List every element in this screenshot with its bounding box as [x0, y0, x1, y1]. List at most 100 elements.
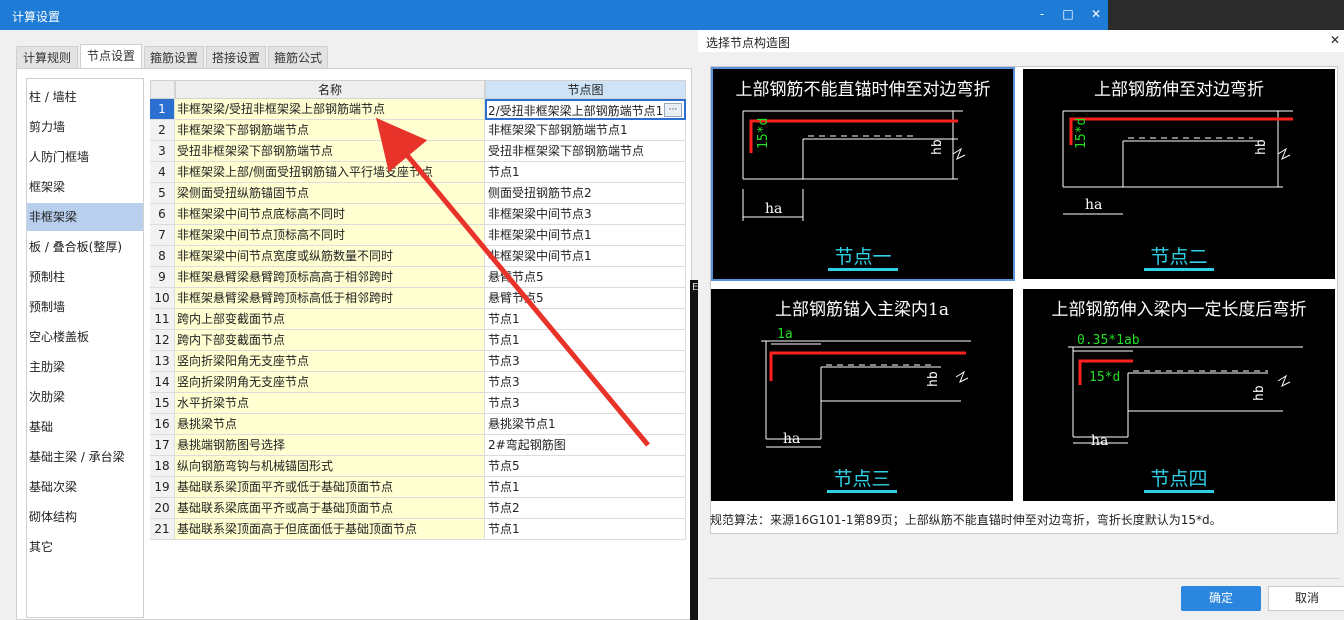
category-item[interactable]: 基础主梁 / 承台梁: [27, 443, 143, 471]
table-row[interactable]: 3 受扭非框架梁下部钢筋端节点 受扭非框架梁下部钢筋端节点: [150, 141, 686, 162]
row-name-cell[interactable]: 非框架梁下部钢筋端节点: [175, 120, 485, 141]
row-node-cell[interactable]: 节点1: [485, 519, 686, 540]
table-row[interactable]: 1 非框架梁/受扭非框架梁上部钢筋端节点 2/受扭非框架梁上部钢筋端节点1 ···: [150, 99, 686, 120]
category-item[interactable]: 基础: [27, 413, 143, 441]
category-item[interactable]: 空心楼盖板: [27, 323, 143, 351]
cancel-button[interactable]: 取消: [1268, 586, 1344, 611]
row-node-cell[interactable]: 节点3: [485, 372, 686, 393]
row-name-cell[interactable]: 基础联系梁顶面平齐或低于基础顶面节点: [175, 477, 485, 498]
row-name-cell[interactable]: 非框架悬臂梁悬臂跨顶标高低于相邻跨时: [175, 288, 485, 309]
table-row[interactable]: 17 悬挑端钢筋图号选择 2#弯起钢筋图: [150, 435, 686, 456]
row-name-cell[interactable]: 非框架悬臂梁悬臂跨顶标高高于相邻跨时: [175, 267, 485, 288]
row-name-cell[interactable]: 竖向折梁阴角无支座节点: [175, 372, 485, 393]
row-node-cell[interactable]: 非框架梁中间节点1: [485, 246, 686, 267]
category-item[interactable]: 预制墙: [27, 293, 143, 321]
table-row[interactable]: 7 非框架梁中间节点顶标高不同时 非框架梁中间节点1: [150, 225, 686, 246]
category-item[interactable]: 预制柱: [27, 263, 143, 291]
row-node-cell[interactable]: 侧面受扭钢筋节点2: [485, 183, 686, 204]
table-row[interactable]: 4 非框架梁上部/侧面受扭钢筋锚入平行墙支座节点 节点1: [150, 162, 686, 183]
dialog-title: 选择节点构造图: [706, 36, 791, 50]
maximize-button[interactable]: □: [1060, 6, 1076, 22]
row-node-cell[interactable]: 节点2: [485, 498, 686, 519]
table-row[interactable]: 19 基础联系梁顶面平齐或低于基础顶面节点 节点1: [150, 477, 686, 498]
header-name[interactable]: 名称: [175, 80, 485, 99]
tab-lap-settings[interactable]: 搭接设置: [206, 46, 266, 68]
table-row[interactable]: 21 基础联系梁顶面高于但底面低于基础顶面节点 节点1: [150, 519, 686, 540]
row-node-cell[interactable]: 2/受扭非框架梁上部钢筋端节点1 ···: [485, 99, 686, 120]
row-node-cell[interactable]: 节点1: [485, 309, 686, 330]
row-name-cell[interactable]: 受扭非框架梁下部钢筋端节点: [175, 141, 485, 162]
row-name-cell[interactable]: 基础联系梁底面平齐或高于基础顶面节点: [175, 498, 485, 519]
row-node-cell[interactable]: 节点1: [485, 162, 686, 183]
row-name-cell[interactable]: 梁侧面受扭纵筋锚固节点: [175, 183, 485, 204]
table-row[interactable]: 10 非框架悬臂梁悬臂跨顶标高低于相邻跨时 悬臂节点5: [150, 288, 686, 309]
row-name-cell[interactable]: 跨内上部变截面节点: [175, 309, 485, 330]
table-row[interactable]: 11 跨内上部变截面节点 节点1: [150, 309, 686, 330]
table-row[interactable]: 18 纵向钢筋弯钩与机械锚固形式 节点5: [150, 456, 686, 477]
dialog-close-icon[interactable]: ✕: [1330, 33, 1344, 49]
row-name-cell[interactable]: 悬挑梁节点: [175, 414, 485, 435]
node-panel-3[interactable]: 上部钢筋锚入主梁内1a 1a hb ha 节点三: [711, 289, 1013, 501]
row-name-cell[interactable]: 竖向折梁阳角无支座节点: [175, 351, 485, 372]
category-item[interactable]: 其它: [27, 533, 143, 561]
row-node-cell[interactable]: 节点3: [485, 393, 686, 414]
table-row[interactable]: 8 非框架梁中间节点宽度或纵筋数量不同时 非框架梁中间节点1: [150, 246, 686, 267]
row-node-cell[interactable]: 悬臂节点5: [485, 267, 686, 288]
table-row[interactable]: 12 跨内下部变截面节点 节点1: [150, 330, 686, 351]
row-node-cell[interactable]: 非框架梁中间节点1: [485, 225, 686, 246]
minimize-button[interactable]: -: [1034, 6, 1050, 22]
close-button[interactable]: ✕: [1088, 6, 1104, 22]
header-node[interactable]: 节点图: [485, 80, 686, 99]
category-item[interactable]: 非框架梁: [27, 203, 143, 231]
table-row[interactable]: 13 竖向折梁阳角无支座节点 节点3: [150, 351, 686, 372]
category-item[interactable]: 柱 / 墙柱: [27, 83, 143, 111]
row-name-cell[interactable]: 跨内下部变截面节点: [175, 330, 485, 351]
category-item[interactable]: 砌体结构: [27, 503, 143, 531]
row-name-cell[interactable]: 非框架梁/受扭非框架梁上部钢筋端节点: [175, 99, 485, 120]
row-name-cell[interactable]: 非框架梁中间节点宽度或纵筋数量不同时: [175, 246, 485, 267]
node-panel-4[interactable]: 上部钢筋伸入梁内一定长度后弯折 0.35*1ab 15*d hb ha 节点四: [1023, 289, 1335, 501]
row-name-cell[interactable]: 纵向钢筋弯钩与机械锚固形式: [175, 456, 485, 477]
category-item[interactable]: 板 / 叠合板(整厚): [27, 233, 143, 261]
table-row[interactable]: 14 竖向折梁阴角无支座节点 节点3: [150, 372, 686, 393]
table-row[interactable]: 15 水平折梁节点 节点3: [150, 393, 686, 414]
category-item[interactable]: 次肋梁: [27, 383, 143, 411]
table-row[interactable]: 5 梁侧面受扭纵筋锚固节点 侧面受扭钢筋节点2: [150, 183, 686, 204]
row-node-cell[interactable]: 节点1: [485, 477, 686, 498]
row-node-cell[interactable]: 悬挑梁节点1: [485, 414, 686, 435]
category-item[interactable]: 框架梁: [27, 173, 143, 201]
node-panel-2[interactable]: 上部钢筋伸至对边弯折 15*d hb ha 节点二: [1023, 69, 1335, 279]
row-node-cell[interactable]: 节点5: [485, 456, 686, 477]
row-node-cell[interactable]: 节点3: [485, 351, 686, 372]
tab-node-settings[interactable]: 节点设置: [80, 44, 142, 68]
row-node-cell[interactable]: 悬臂节点5: [485, 288, 686, 309]
category-item[interactable]: 人防门框墙: [27, 143, 143, 171]
category-item[interactable]: 剪力墙: [27, 113, 143, 141]
row-name-cell[interactable]: 悬挑端钢筋图号选择: [175, 435, 485, 456]
tab-calc-rules[interactable]: 计算规则: [16, 46, 78, 68]
row-name-cell[interactable]: 水平折梁节点: [175, 393, 485, 414]
row-node-value: 节点1: [488, 312, 520, 326]
row-name-cell[interactable]: 非框架梁中间节点底标高不同时: [175, 204, 485, 225]
row-name-cell[interactable]: 非框架梁上部/侧面受扭钢筋锚入平行墙支座节点: [175, 162, 485, 183]
ok-button[interactable]: 确定: [1181, 586, 1261, 611]
table-row[interactable]: 16 悬挑梁节点 悬挑梁节点1: [150, 414, 686, 435]
tab-stirrup-formula[interactable]: 箍筋公式: [268, 46, 328, 68]
table-row[interactable]: 20 基础联系梁底面平齐或高于基础顶面节点 节点2: [150, 498, 686, 519]
row-node-cell[interactable]: 非框架梁下部钢筋端节点1: [485, 120, 686, 141]
category-item[interactable]: 基础次梁: [27, 473, 143, 501]
row-node-cell[interactable]: 受扭非框架梁下部钢筋端节点: [485, 141, 686, 162]
table-row[interactable]: 6 非框架梁中间节点底标高不同时 非框架梁中间节点3: [150, 204, 686, 225]
row-name-cell[interactable]: 非框架梁中间节点顶标高不同时: [175, 225, 485, 246]
table-row[interactable]: 2 非框架梁下部钢筋端节点 非框架梁下部钢筋端节点1: [150, 120, 686, 141]
category-item[interactable]: 主肋梁: [27, 353, 143, 381]
table-row[interactable]: 9 非框架悬臂梁悬臂跨顶标高高于相邻跨时 悬臂节点5: [150, 267, 686, 288]
tab-stirrup-settings[interactable]: 箍筋设置: [144, 46, 204, 68]
ellipsis-button[interactable]: ···: [664, 103, 682, 117]
node-panel-1[interactable]: 上部钢筋不能直锚时伸至对边弯折 15*d hb ha 节点一: [711, 67, 1015, 281]
row-node-cell[interactable]: 节点1: [485, 330, 686, 351]
row-node-cell[interactable]: 非框架梁中间节点3: [485, 204, 686, 225]
row-name-cell[interactable]: 基础联系梁顶面高于但底面低于基础顶面节点: [175, 519, 485, 540]
row-number: 5: [150, 183, 175, 204]
row-node-cell[interactable]: 2#弯起钢筋图: [485, 435, 686, 456]
